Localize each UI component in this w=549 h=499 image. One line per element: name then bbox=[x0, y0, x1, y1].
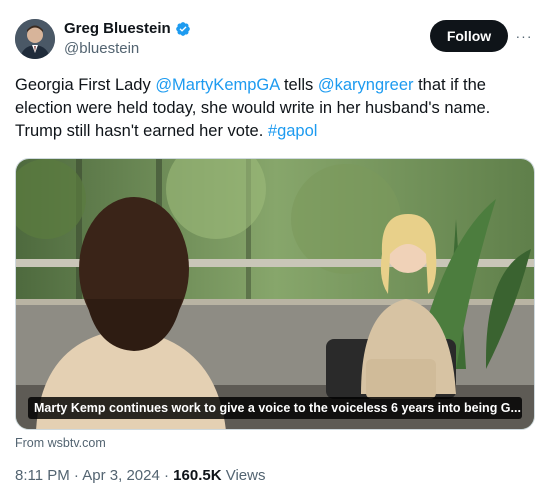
interview-thumbnail bbox=[16, 159, 534, 429]
hashtag-link-gapol[interactable]: #gapol bbox=[268, 122, 318, 140]
more-options-icon[interactable]: ··· bbox=[512, 26, 536, 46]
tweet-text: Georgia First Lady @MartyKempGA tells @k… bbox=[15, 74, 535, 143]
tweet-text-segment: tells bbox=[279, 76, 318, 94]
avatar[interactable] bbox=[15, 19, 55, 59]
tweet-text-segment: Georgia First Lady bbox=[15, 76, 156, 94]
tweet-time[interactable]: 8:11 PM bbox=[15, 467, 70, 484]
video-caption: Marty Kemp continues work to give a voic… bbox=[28, 397, 522, 419]
verified-badge-icon bbox=[175, 21, 190, 36]
meta-separator: · bbox=[69, 467, 83, 484]
mention-link-karyngreer[interactable]: @karyngreer bbox=[318, 76, 414, 94]
media-source-link[interactable]: From wsbtv.com bbox=[15, 436, 106, 450]
meta-separator: · bbox=[159, 467, 174, 484]
author-name-row: Greg Bluestein bbox=[64, 20, 191, 37]
mention-link-martykempga[interactable]: @MartyKempGA bbox=[155, 76, 279, 94]
author-display-name[interactable]: Greg Bluestein bbox=[64, 20, 171, 37]
media-card[interactable]: Marty Kemp continues work to give a voic… bbox=[15, 158, 535, 430]
views-count: 160.5K bbox=[173, 467, 222, 484]
tweet-card: Greg Bluestein @bluestein Follow ··· Geo… bbox=[0, 0, 549, 499]
author-handle[interactable]: @bluestein bbox=[64, 40, 139, 57]
tweet-meta: 8:11 PM · Apr 3, 2024 · 160.5K Views bbox=[15, 467, 265, 484]
avatar-image bbox=[15, 19, 55, 59]
views-label: Views bbox=[221, 467, 266, 484]
tweet-date[interactable]: Apr 3, 2024 bbox=[82, 467, 160, 484]
follow-button[interactable]: Follow bbox=[430, 20, 508, 52]
